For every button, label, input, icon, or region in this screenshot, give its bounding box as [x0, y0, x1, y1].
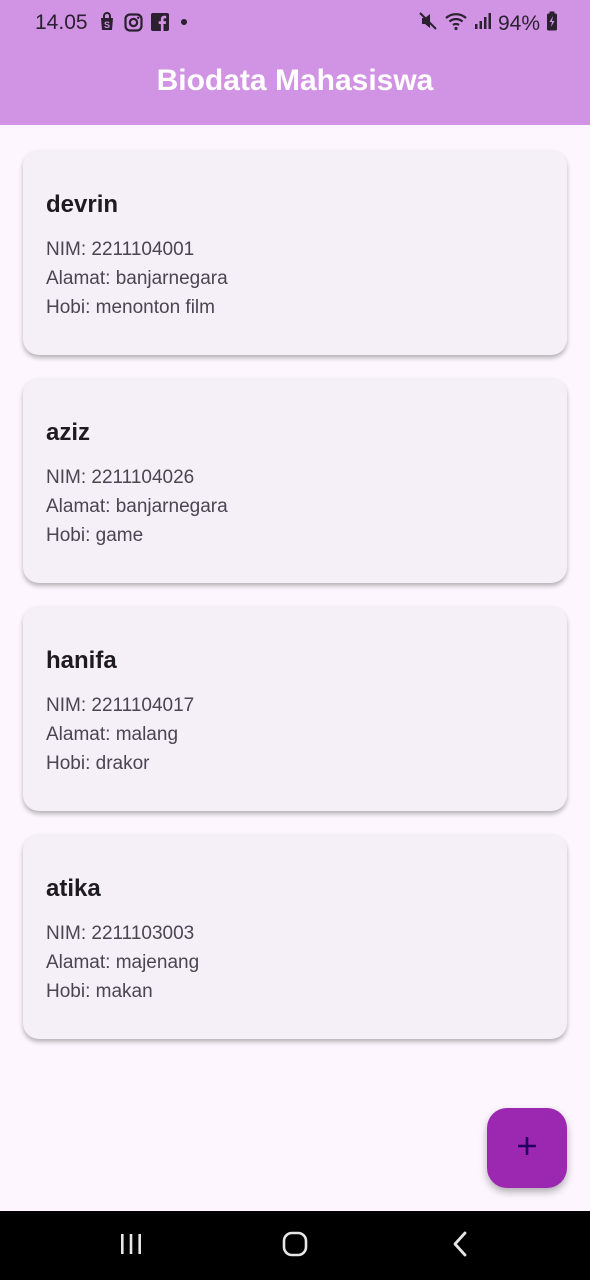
student-card[interactable]: atika NIM: 2211103003 Alamat: majenang H… — [23, 834, 567, 1039]
battery-percentage: 94% — [497, 12, 540, 35]
notification-dot-icon — [177, 15, 191, 34]
student-hobby: Hobi: makan — [46, 981, 153, 1002]
student-nim: NIM: 2211104026 — [46, 467, 195, 488]
recent-apps-icon — [118, 1232, 144, 1261]
system-navigation-bar — [0, 1211, 590, 1280]
student-card[interactable]: devrin NIM: 2211104001 Alamat: banjarneg… — [23, 150, 567, 355]
student-name: devrin — [46, 191, 119, 218]
wifi-icon — [444, 11, 468, 37]
student-hobby: Hobi: game — [46, 525, 144, 546]
svg-text:S: S — [104, 20, 110, 30]
mute-icon — [418, 11, 438, 37]
system-status-icons: 94% — [418, 11, 558, 37]
status-time: 14.05 — [35, 11, 88, 34]
shopping-bag-icon: S — [98, 12, 116, 37]
back-icon — [451, 1231, 471, 1262]
student-nim: NIM: 2211104017 — [46, 695, 195, 716]
plus-icon — [515, 1134, 539, 1163]
student-address: Alamat: banjarnegara — [46, 268, 228, 289]
student-address: Alamat: banjarnegara — [46, 496, 228, 517]
page-title: Biodata Mahasiswa — [156, 64, 434, 97]
facebook-icon — [151, 13, 169, 36]
instagram-icon — [124, 12, 143, 37]
student-name: hanifa — [46, 647, 117, 674]
recent-apps-button[interactable] — [111, 1228, 151, 1264]
student-nim: NIM: 2211103003 — [46, 923, 195, 944]
status-bar: 14.05 S 94% — [0, 0, 590, 44]
student-nim: NIM: 2211104001 — [46, 239, 195, 260]
battery-charging-icon — [546, 11, 558, 37]
student-card[interactable]: hanifa NIM: 2211104017 Alamat: malang Ho… — [23, 606, 567, 811]
signal-icon — [474, 12, 492, 36]
add-student-button[interactable] — [487, 1108, 567, 1188]
home-icon — [281, 1230, 309, 1263]
student-address: Alamat: malang — [46, 724, 179, 745]
app-bar: 14.05 S 94% Biodata Mahasiswa — [0, 0, 590, 125]
student-address: Alamat: majenang — [46, 952, 200, 973]
student-hobby: Hobi: menonton film — [46, 297, 215, 318]
student-name: atika — [46, 875, 101, 902]
student-card[interactable]: aziz NIM: 2211104026 Alamat: banjarnegar… — [23, 378, 567, 583]
home-button[interactable] — [275, 1228, 315, 1264]
student-list: devrin NIM: 2211104001 Alamat: banjarneg… — [23, 150, 567, 1062]
student-name: aziz — [46, 419, 91, 446]
student-hobby: Hobi: drakor — [46, 753, 150, 774]
back-button[interactable] — [441, 1228, 481, 1264]
notification-icons: S — [98, 12, 191, 37]
